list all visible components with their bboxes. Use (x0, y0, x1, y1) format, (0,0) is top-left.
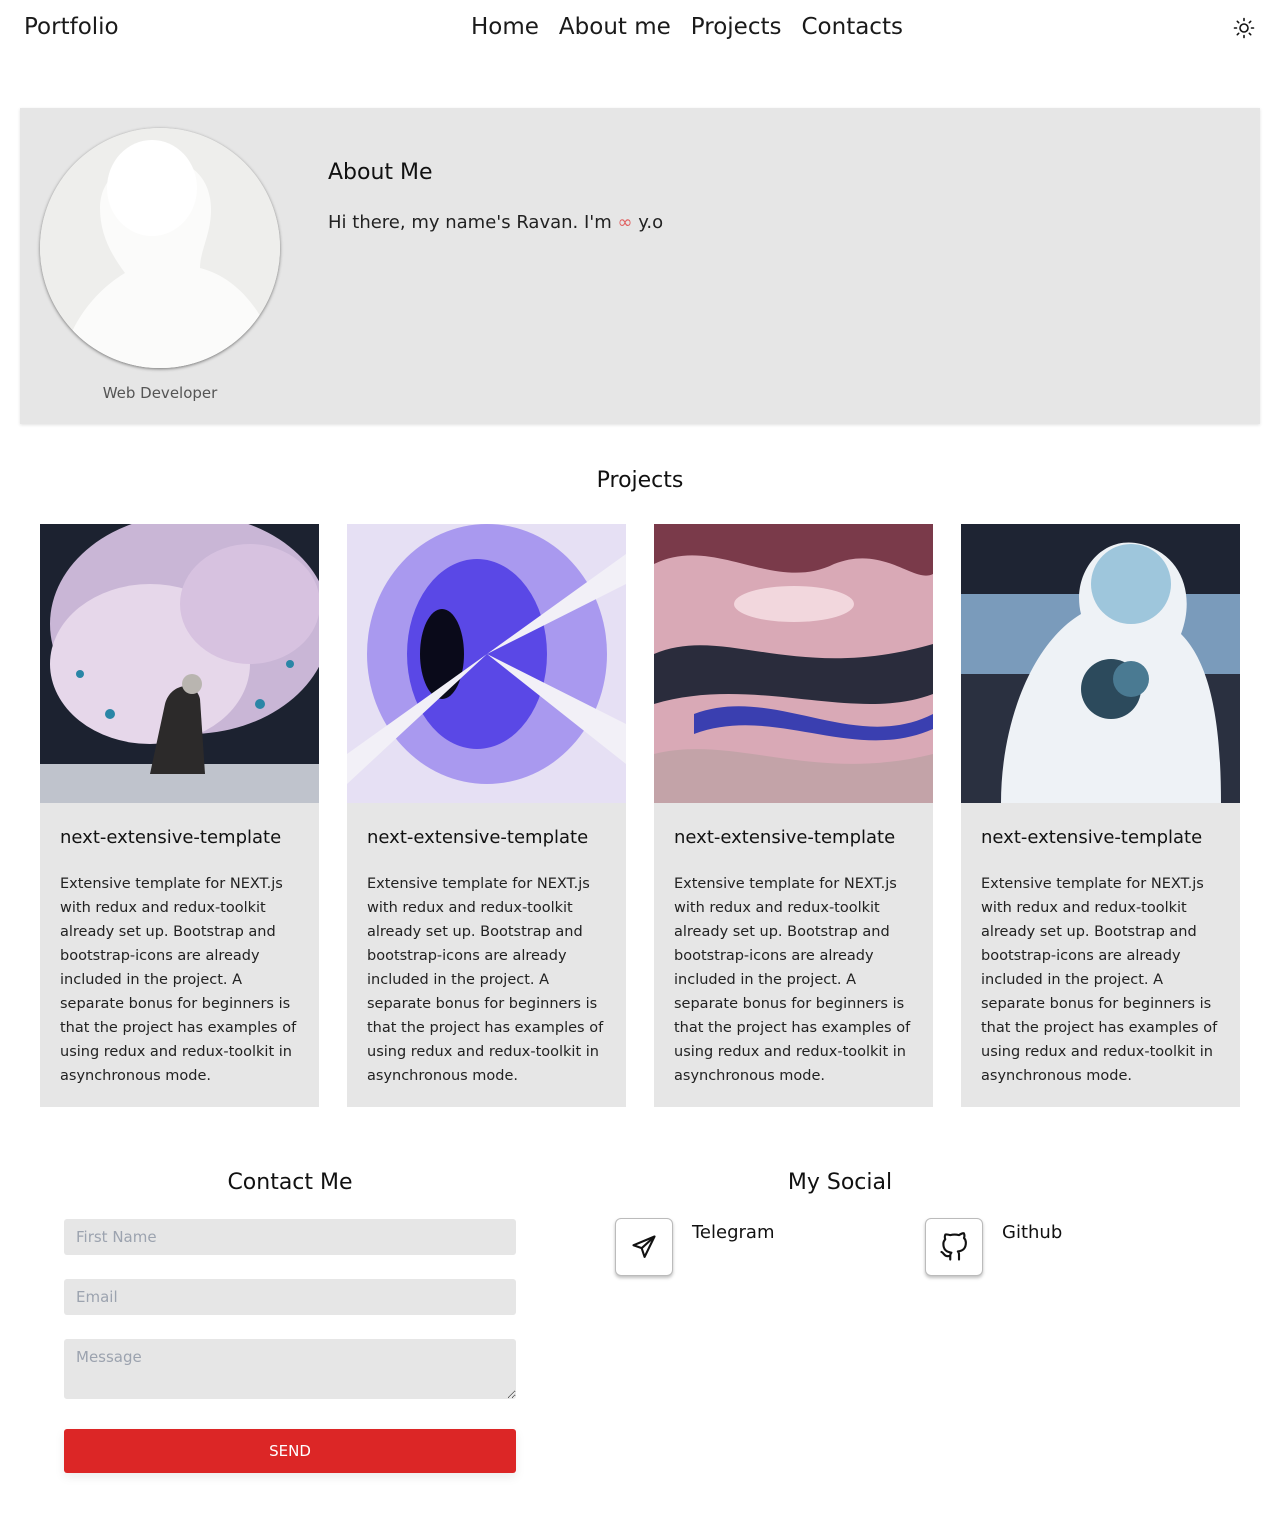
nav-contacts[interactable]: Contacts (801, 14, 902, 40)
infinity-symbol: ∞ (617, 212, 633, 233)
project-card[interactable]: next-extensive-template Extensive templa… (40, 524, 319, 1107)
project-title: next-extensive-template (674, 827, 896, 848)
about-intro-before: Hi there, my name's Ravan. I'm (328, 212, 612, 233)
project-description: Extensive template for NEXT.js with redu… (60, 876, 297, 1084)
social-telegram[interactable]: Telegram (615, 1218, 774, 1276)
message-field[interactable] (64, 1339, 516, 1399)
nav-about-me[interactable]: About me (559, 14, 671, 40)
project-card[interactable]: next-extensive-template Extensive templa… (654, 524, 933, 1107)
project-title: next-extensive-template (367, 827, 589, 848)
project-description: Extensive template for NEXT.js with redu… (674, 876, 911, 1084)
project-image (40, 524, 319, 803)
theme-toggle-button[interactable] (1232, 16, 1256, 40)
project-title: next-extensive-template (60, 827, 282, 848)
project-image (961, 524, 1240, 803)
about-title: About Me (328, 160, 433, 185)
site-header: Portfolio Home About me Projects Contact… (0, 0, 1280, 62)
telegram-icon-button[interactable] (615, 1218, 673, 1276)
github-icon-button[interactable] (925, 1218, 983, 1276)
project-card[interactable]: next-extensive-template Extensive templa… (347, 524, 626, 1107)
contact-title: Contact Me (227, 1170, 353, 1195)
email-field[interactable] (64, 1279, 516, 1315)
sun-icon (1233, 17, 1255, 39)
github-icon (940, 1232, 967, 1261)
about-intro-after: y.o (638, 212, 664, 233)
first-name-field[interactable] (64, 1219, 516, 1255)
github-label[interactable]: Github (1002, 1222, 1062, 1243)
nav-home[interactable]: Home (471, 14, 539, 40)
project-image (654, 524, 933, 803)
project-title: next-extensive-template (981, 827, 1203, 848)
avatar (40, 128, 280, 368)
project-description: Extensive template for NEXT.js with redu… (367, 876, 604, 1084)
about-section: Web Developer About Me Hi there, my name… (20, 108, 1260, 424)
project-image (347, 524, 626, 803)
project-card[interactable]: next-extensive-template Extensive templa… (961, 524, 1240, 1107)
projects-title: Projects (596, 468, 684, 493)
projects-grid: next-extensive-template Extensive templa… (40, 524, 1240, 1107)
social-github[interactable]: Github (925, 1218, 1062, 1276)
telegram-label[interactable]: Telegram (692, 1222, 774, 1243)
send-button[interactable]: SEND (64, 1429, 516, 1473)
main-nav: Home About me Projects Contacts (471, 14, 903, 40)
about-intro: Hi there, my name's Ravan. I'm ∞ y.o (328, 212, 663, 233)
nav-projects[interactable]: Projects (691, 14, 782, 40)
project-description: Extensive template for NEXT.js with redu… (981, 876, 1218, 1084)
role-label: Web Developer (102, 384, 218, 402)
paper-plane-icon (632, 1235, 656, 1258)
social-title: My Social (787, 1170, 893, 1195)
brand-logo[interactable]: Portfolio (24, 14, 119, 40)
